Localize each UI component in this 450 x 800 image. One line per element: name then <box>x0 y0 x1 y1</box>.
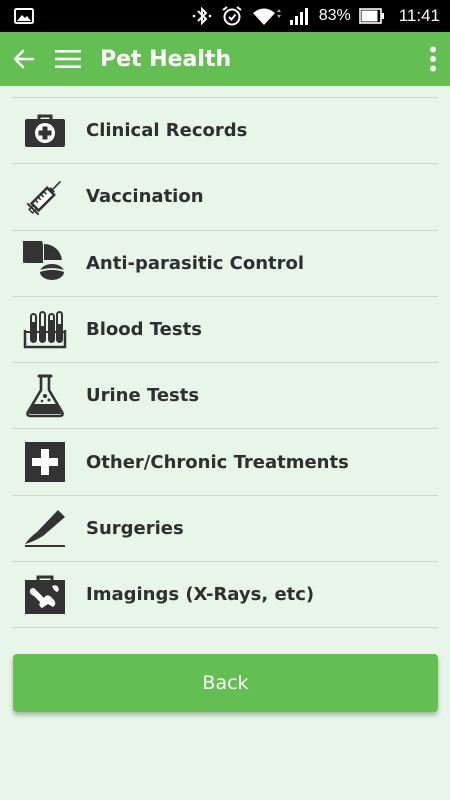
list-item-surgeries[interactable]: Surgeries <box>12 496 438 563</box>
list-item-other-chronic-treatments[interactable]: Other/Chronic Treatments <box>12 429 438 496</box>
medical-cross-icon <box>22 439 68 485</box>
list-item-label: Other/Chronic Treatments <box>86 451 349 473</box>
image-icon <box>14 8 34 24</box>
list-item-anti-parasitic-control[interactable]: Anti-parasitic Control <box>12 231 438 297</box>
clock: 11:41 <box>398 6 440 25</box>
back-arrow-icon[interactable] <box>4 32 44 86</box>
list-item-urine-tests[interactable]: Urine Tests <box>12 363 438 430</box>
flask-icon <box>22 373 68 419</box>
list-item-label: Clinical Records <box>86 120 248 142</box>
battery-icon <box>358 8 385 24</box>
alarm-icon <box>221 5 243 27</box>
list-item-label: Imagings (X-Rays, etc) <box>86 584 315 606</box>
app-bar: Pet Health <box>0 32 450 86</box>
xray-icon <box>22 572 68 618</box>
medical-kit-icon <box>22 108 68 154</box>
page-title: Pet Health <box>100 46 232 72</box>
pills-icon <box>22 240 68 286</box>
list-item-label: Blood Tests <box>86 319 202 341</box>
syringe-icon <box>22 174 68 220</box>
scalpel-icon <box>22 505 68 551</box>
list-item-vaccination[interactable]: Vaccination <box>12 164 438 231</box>
back-button[interactable]: Back <box>13 654 438 712</box>
list-item-label: Vaccination <box>86 186 204 208</box>
list-item-blood-tests[interactable]: Blood Tests <box>12 297 438 364</box>
bluetooth-icon <box>191 6 213 26</box>
health-category-list: Clinical Records Vaccination Anti-parasi… <box>12 97 438 629</box>
list-item-imagings[interactable]: Imagings (X-Rays, etc) <box>12 562 438 629</box>
list-item-clinical-records[interactable]: Clinical Records <box>12 98 438 165</box>
overflow-menu-icon[interactable] <box>418 32 448 86</box>
status-bar: 83% 11:41 <box>0 0 450 32</box>
test-tubes-icon <box>22 307 68 353</box>
hamburger-menu-icon[interactable] <box>48 32 88 86</box>
list-item-label: Urine Tests <box>86 385 200 407</box>
list-item-label: Surgeries <box>86 517 184 539</box>
wifi-icon <box>251 6 281 26</box>
signal-icon <box>289 7 309 25</box>
list-item-label: Anti-parasitic Control <box>86 252 305 274</box>
battery-percent: 83% <box>318 7 351 24</box>
